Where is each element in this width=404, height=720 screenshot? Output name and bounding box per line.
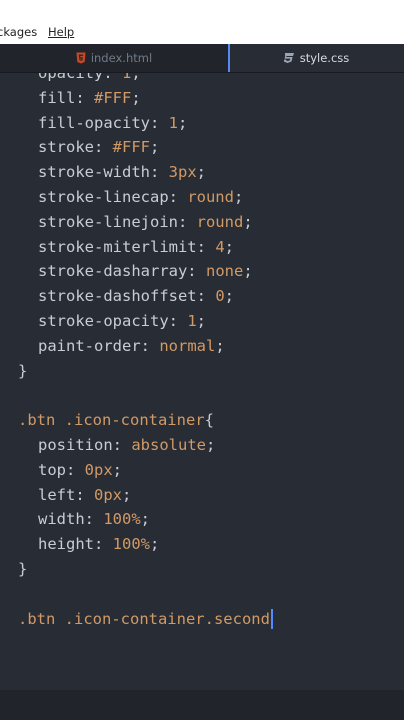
menu-item-packages[interactable]: ckages bbox=[0, 25, 37, 39]
code-value: 0 bbox=[215, 287, 225, 306]
code-value: 1 bbox=[187, 312, 197, 330]
code-value: round bbox=[196, 212, 244, 231]
css3-icon bbox=[283, 52, 295, 64]
code-line[interactable]: fill-opacity: 1; bbox=[38, 111, 187, 136]
code-line[interactable]: top: 0px; bbox=[38, 458, 122, 483]
code-line[interactable]: stroke-dashoffset: 0; bbox=[38, 284, 234, 309]
code-property: stroke-width: bbox=[38, 163, 169, 182]
code-property: fill: bbox=[38, 88, 94, 107]
code-property: width: bbox=[38, 510, 104, 529]
code-line[interactable]: .btn .icon-container{ bbox=[18, 408, 214, 433]
code-property: position: bbox=[38, 436, 132, 454]
code-line[interactable]: stroke-linejoin: round; bbox=[38, 210, 253, 235]
code-editor[interactable]: opacity: 1; fill: #FFF; fill-opacity: 1; st… bbox=[0, 62, 404, 690]
tab-label-style-css: style.css bbox=[299, 51, 350, 65]
code-punctuation: ; bbox=[205, 436, 216, 454]
code-property: paint-order: bbox=[38, 336, 160, 355]
code-value: normal bbox=[159, 336, 216, 355]
code-property: stroke-miterlimit: bbox=[38, 237, 216, 256]
code-line[interactable]: .btn .icon-container.second bbox=[18, 607, 273, 632]
code-property: stroke-dasharray: bbox=[38, 262, 206, 281]
code-punctuation: ; bbox=[196, 312, 206, 330]
code-property: stroke-linecap: bbox=[38, 188, 188, 206]
code-line[interactable]: stroke-linecap: round; bbox=[38, 185, 243, 210]
code-punctuation: ; bbox=[233, 188, 244, 206]
code-value: 4 bbox=[215, 237, 225, 256]
code-punctuation: ; bbox=[149, 138, 160, 157]
menu-bar: ckages Help bbox=[0, 0, 404, 44]
tab-bar: index.html style.css bbox=[0, 44, 404, 73]
code-value: 0px bbox=[84, 460, 113, 479]
code-value: none bbox=[205, 262, 244, 281]
code-property: } bbox=[18, 560, 28, 578]
code-property: stroke-opacity: bbox=[38, 312, 188, 330]
code-punctuation: ; bbox=[224, 287, 234, 306]
code-line[interactable]: height: 100%; bbox=[38, 532, 159, 557]
code-property: stroke-dashoffset: bbox=[38, 287, 216, 306]
code-value: 100% bbox=[112, 535, 150, 554]
code-line[interactable]: stroke-dasharray: none; bbox=[38, 259, 253, 284]
code-punctuation: ; bbox=[131, 88, 141, 107]
html5-icon bbox=[76, 52, 86, 64]
code-line[interactable]: stroke-opacity: 1; bbox=[38, 309, 206, 334]
code-selector: .btn .icon-container.second bbox=[18, 609, 270, 628]
menu-item-help[interactable]: Help bbox=[48, 25, 74, 39]
code-property: left: bbox=[38, 485, 94, 504]
code-line[interactable]: paint-order: normal; bbox=[38, 334, 225, 359]
code-line[interactable]: left: 0px; bbox=[38, 483, 131, 508]
code-punctuation: ; bbox=[215, 336, 225, 355]
tab-index-html[interactable]: index.html bbox=[0, 44, 228, 72]
code-value: 3px bbox=[168, 163, 197, 182]
code-line[interactable]: } bbox=[18, 557, 27, 582]
code-punctuation: ; bbox=[112, 460, 123, 479]
code-line[interactable]: position: absolute; bbox=[38, 433, 215, 458]
code-value: #FFF bbox=[112, 138, 150, 157]
code-property: stroke: bbox=[38, 138, 113, 157]
code-value: 1 bbox=[168, 113, 178, 132]
code-punctuation: ; bbox=[140, 510, 150, 529]
code-line[interactable]: stroke-width: 3px; bbox=[38, 160, 206, 185]
code-punctuation: ; bbox=[149, 535, 160, 554]
code-punctuation: ; bbox=[243, 262, 253, 281]
code-punctuation: ; bbox=[122, 485, 132, 504]
text-cursor bbox=[270, 609, 273, 630]
code-value: 100% bbox=[103, 510, 141, 529]
code-property: top: bbox=[38, 460, 85, 479]
code-value: round bbox=[187, 188, 234, 206]
tab-label-index-html: index.html bbox=[90, 51, 153, 65]
code-line[interactable]: } bbox=[18, 359, 27, 384]
code-value: 0px bbox=[94, 485, 122, 504]
code-property: } bbox=[18, 361, 28, 380]
code-value: absolute bbox=[131, 436, 206, 454]
tab-style-css[interactable]: style.css bbox=[228, 44, 404, 72]
code-line[interactable]: width: 100%; bbox=[38, 507, 150, 532]
code-property: fill-opacity: bbox=[38, 113, 169, 132]
code-property: stroke-linejoin: bbox=[38, 212, 197, 231]
code-line[interactable]: fill: #FFF; bbox=[38, 86, 141, 111]
code-value: #FFF bbox=[94, 88, 132, 107]
code-property: height: bbox=[38, 535, 113, 554]
code-line[interactable]: stroke-miterlimit: 4; bbox=[38, 235, 234, 260]
code-line[interactable]: stroke: #FFF; bbox=[38, 135, 159, 160]
code-punctuation: ; bbox=[196, 163, 206, 182]
code-selector: .btn .icon-container bbox=[18, 411, 205, 430]
code-punctuation: ; bbox=[243, 212, 253, 231]
code-punctuation: { bbox=[204, 411, 214, 430]
status-bar bbox=[0, 690, 404, 720]
code-punctuation: ; bbox=[178, 113, 188, 132]
code-punctuation: ; bbox=[224, 237, 234, 256]
